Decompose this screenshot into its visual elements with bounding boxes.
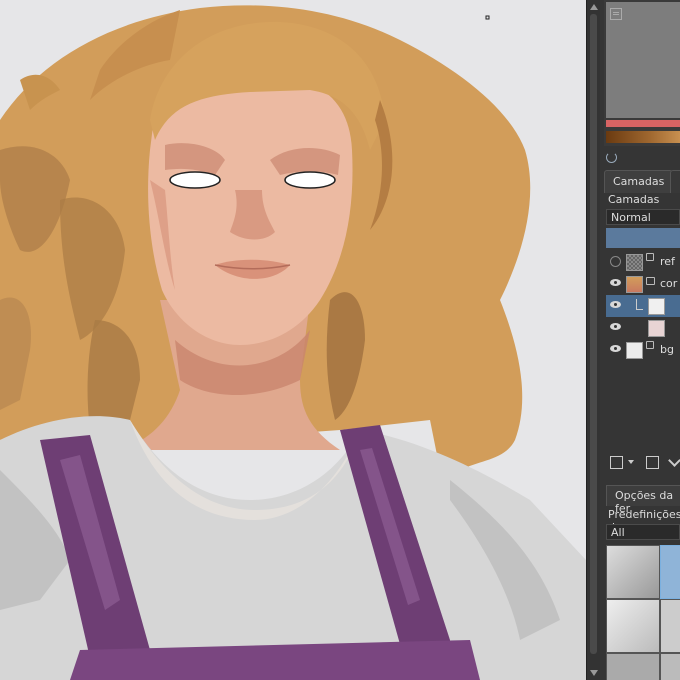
brush-preset[interactable] xyxy=(660,653,680,680)
brush-preset-pen[interactable] xyxy=(606,545,660,599)
tab-tool-options[interactable]: Opções da fer xyxy=(606,485,680,515)
canvas-vertical-scrollbar[interactable] xyxy=(586,0,601,680)
blend-mode-select[interactable]: Normal xyxy=(606,209,680,225)
canvas-area[interactable] xyxy=(0,0,586,680)
layer-thumbnail xyxy=(648,320,665,337)
layers-label: Camadas xyxy=(608,193,660,206)
docker-menu-icon[interactable] xyxy=(610,8,622,20)
duplicate-layer-icon[interactable] xyxy=(646,456,659,469)
opacity-slider[interactable] xyxy=(606,228,680,248)
layer-row-cor[interactable]: cor xyxy=(606,273,680,295)
layer-row-bg[interactable]: bg xyxy=(606,339,680,361)
layer-name[interactable]: ref xyxy=(660,255,675,268)
layer-row-ref[interactable]: ref xyxy=(606,251,680,273)
layer-row-selected[interactable] xyxy=(606,295,680,317)
tab-next[interactable] xyxy=(670,170,680,193)
presets-filter-select[interactable]: All xyxy=(606,524,680,540)
layer-thumbnail xyxy=(626,254,643,271)
eye-visible-icon[interactable] xyxy=(610,301,621,308)
eye-hidden-icon[interactable] xyxy=(610,256,621,267)
layer-name[interactable]: cor xyxy=(660,277,677,290)
add-layer-icon[interactable] xyxy=(610,456,623,469)
brush-preset[interactable] xyxy=(606,653,660,680)
scroll-down-icon[interactable] xyxy=(590,670,598,676)
artwork xyxy=(0,5,586,680)
group-layer-icon xyxy=(646,277,655,285)
brush-preset-selected[interactable] xyxy=(660,545,680,599)
brush-preset-pencil[interactable] xyxy=(606,599,660,653)
layers-toolbar xyxy=(610,454,680,470)
tab-layers[interactable]: Camadas xyxy=(604,170,674,193)
chevron-down-icon[interactable] xyxy=(628,460,634,464)
paint-layer-icon xyxy=(646,341,654,349)
reset-colors-icon[interactable] xyxy=(606,152,617,163)
color-selector[interactable] xyxy=(604,0,680,146)
color-history-gradient[interactable] xyxy=(606,131,680,143)
right-dock: Camadas Camadas Normal ref cor bg Opções… xyxy=(600,0,680,680)
layer-name[interactable]: bg xyxy=(660,343,674,356)
eye-visible-icon[interactable] xyxy=(610,345,621,352)
eye-visible-icon[interactable] xyxy=(610,323,621,330)
move-down-icon[interactable] xyxy=(668,454,680,467)
brush-preset-airbrush[interactable] xyxy=(660,599,680,653)
layer-row[interactable] xyxy=(606,317,680,339)
layer-thumbnail xyxy=(648,298,665,315)
hue-slider[interactable] xyxy=(606,120,680,127)
paint-layer-icon xyxy=(646,253,654,261)
layer-thumbnail xyxy=(626,342,643,359)
scroll-thumb[interactable] xyxy=(590,14,597,654)
scroll-up-icon[interactable] xyxy=(590,4,598,10)
child-indent-icon xyxy=(636,299,643,310)
layer-thumbnail xyxy=(626,276,643,293)
eye-visible-icon[interactable] xyxy=(610,279,621,286)
